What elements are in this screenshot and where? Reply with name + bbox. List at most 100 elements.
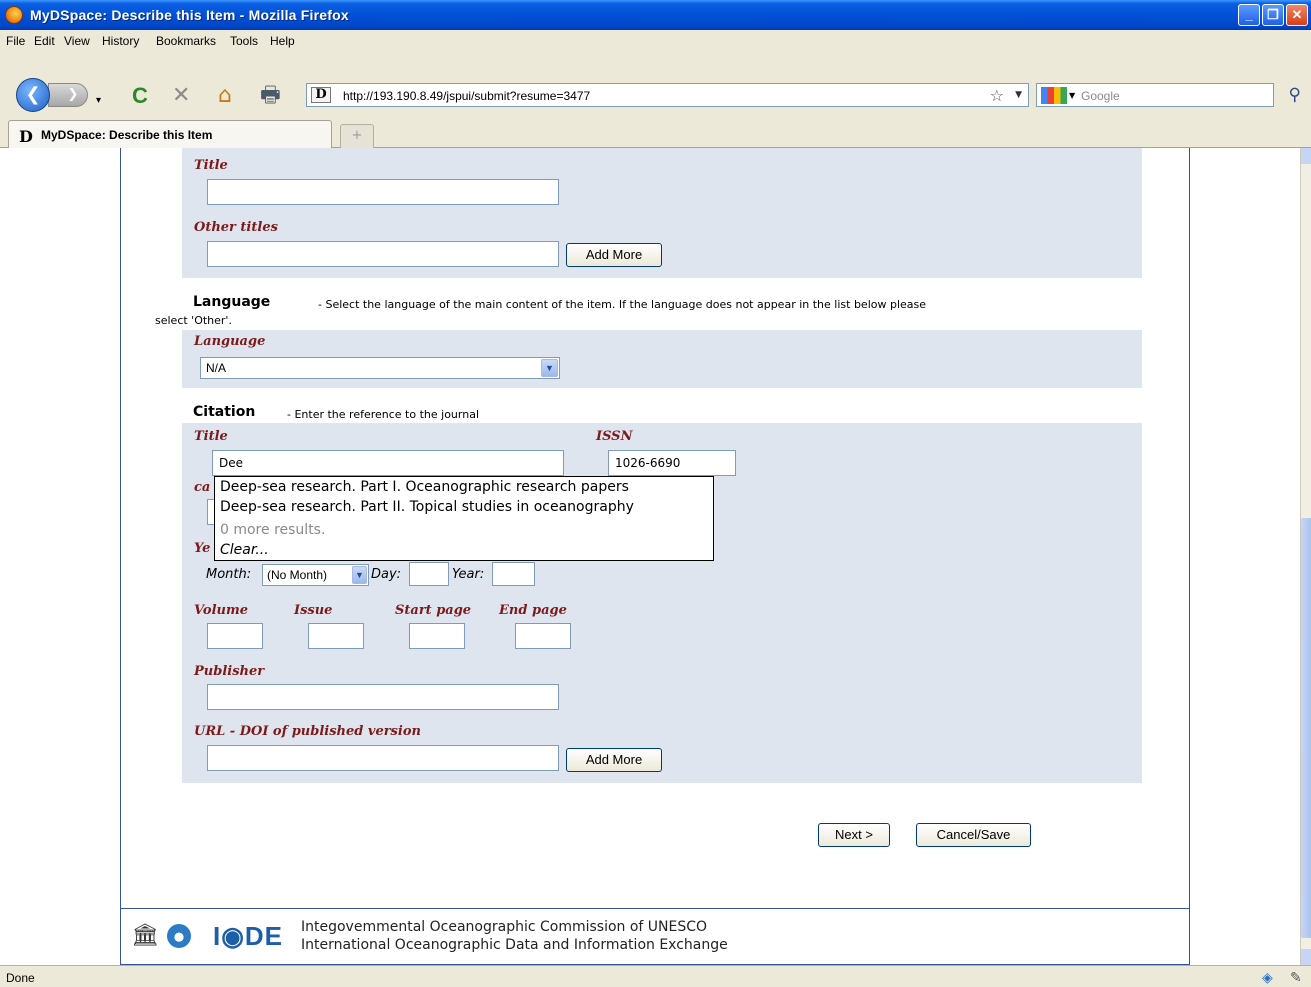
next-button[interactable]: Next > [818,823,890,847]
year-input[interactable] [492,562,535,586]
citation-description: - Enter the reference to the journal [287,408,480,421]
citation-heading: Citation [193,404,256,420]
year-label: Year: [452,567,485,582]
year-field-label: Ye [194,541,211,556]
addon-tool-icon[interactable]: ✎ [1290,969,1302,986]
day-label: Day: [371,567,402,582]
print-icon[interactable]: 🖶 [260,85,281,107]
google-engine-icon[interactable] [1041,87,1067,104]
menu-edit[interactable]: Edit [34,34,55,48]
issn-label: ISSN [596,429,633,444]
autocomplete-more-results: 0 more results. [220,522,326,538]
addon-eye-icon[interactable]: ◈ [1262,969,1273,986]
month-select[interactable]: (No Month) ▼ [262,564,369,586]
vertical-scrollbar[interactable] [1300,148,1311,965]
plus-icon: + [351,128,363,143]
autocomplete-clear[interactable]: Clear... [220,542,269,558]
end-page-input[interactable] [515,623,571,649]
ioc-logo-icon [167,924,191,948]
status-bar: Done ◈ ✎ [0,965,1311,987]
history-dropdown-icon[interactable]: ▾ [96,90,101,112]
scroll-thumb[interactable] [1301,518,1311,938]
forward-arrow-icon: ❯ [67,87,79,102]
new-tab-button[interactable]: + [340,124,374,148]
tab-favicon-icon: D [19,127,33,146]
menu-history[interactable]: History [102,34,139,48]
menu-help[interactable]: Help [270,34,295,48]
issn-input[interactable] [608,450,736,476]
scroll-down-button[interactable] [1301,949,1311,965]
url-bar[interactable]: D http://193.190.8.49/jspui/submit?resum… [306,83,1029,107]
footer-line-1: Integovemmental Oceanographic Commission… [301,919,708,935]
start-page-input[interactable] [409,623,465,649]
menu-bookmarks[interactable]: Bookmarks [156,34,216,48]
title-label: Title [194,158,228,173]
volume-label: Volume [194,603,248,618]
url-dropdown-icon[interactable]: ▼ [1015,90,1022,100]
home-icon[interactable]: ⌂ [218,85,232,107]
page-viewport: Title Other titles Add More Language - S… [0,148,1300,965]
forward-button[interactable]: ❯ [48,83,88,107]
back-arrow-icon: ❮ [25,84,41,105]
search-placeholder[interactable]: Google [1081,89,1120,103]
language-label: Language [194,334,266,349]
publisher-label: Publisher [194,664,265,679]
add-more-url-button[interactable]: Add More [566,748,662,772]
day-input[interactable] [409,562,449,586]
title-panel: Title Other titles Add More [182,148,1142,278]
language-description: - Select the language of the main conten… [318,298,927,311]
other-titles-input[interactable] [207,241,559,267]
engine-dropdown-icon[interactable]: ▼ [1069,91,1075,100]
tab-bar: D MyDSpace: Describe this Item + [0,116,1311,149]
page-footer: 🏛 I◉DE Integovemmental Oceanographic Com… [120,908,1190,965]
other-titles-label: Other titles [194,220,278,235]
add-more-other-titles-button[interactable]: Add More [566,243,662,267]
start-page-label: Start page [395,603,472,618]
menu-bar: File Edit View History Bookmarks Tools H… [0,30,1311,52]
status-text: Done [6,971,35,985]
url-text[interactable]: http://193.190.8.49/jspui/submit?resume=… [343,89,590,103]
cancel-save-button[interactable]: Cancel/Save [916,823,1031,847]
chevron-down-icon[interactable]: ▼ [352,566,367,584]
language-select[interactable]: N/A ▼ [200,357,560,379]
reload-icon[interactable]: C [132,85,148,107]
hidden-field-label: ca [194,480,211,495]
autocomplete-suggestion[interactable]: Deep-sea research. Part I. Oceanographic… [220,479,629,495]
navigation-toolbar: ❯ ❮ ▾ C ✕ ⌂ 🖶 D http://193.190.8.49/jspu… [0,52,1311,116]
search-bar[interactable]: ▼ Google ⚲ [1036,83,1301,107]
stop-icon[interactable]: ✕ [172,85,190,107]
tab-describe-item[interactable]: D MyDSpace: Describe this Item [8,120,332,149]
close-button[interactable]: ✕ [1286,4,1308,26]
url-doi-label: URL - DOI of published version [194,724,421,739]
menu-tools[interactable]: Tools [230,34,258,48]
citation-title-label: Title [194,429,228,444]
scroll-up-button[interactable] [1301,148,1311,164]
menu-view[interactable]: View [64,34,90,48]
end-page-label: End page [499,603,567,618]
chevron-down-icon[interactable]: ▼ [541,359,558,377]
maximize-button[interactable]: ❐ [1262,4,1284,26]
unesco-logo-icon: 🏛 [131,923,159,948]
tab-label: MyDSpace: Describe this Item [41,128,213,142]
volume-input[interactable] [207,623,263,649]
window-titlebar: MyDSpace: Describe this Item - Mozilla F… [0,0,1311,30]
minimize-button[interactable]: _ [1238,4,1260,26]
search-icon[interactable]: ⚲ [1289,85,1301,105]
language-description-cont: select 'Other'. [155,314,232,327]
site-favicon-icon: D [311,87,331,103]
citation-title-input[interactable] [212,450,564,476]
month-label: Month: [206,567,252,582]
bookmark-star-icon[interactable]: ☆ [990,86,1004,105]
language-heading: Language [193,294,271,310]
autocomplete-suggestion[interactable]: Deep-sea research. Part II. Topical stud… [220,499,634,515]
issue-input[interactable] [308,623,364,649]
url-doi-input[interactable] [207,745,559,771]
iode-logo: I◉DE [213,921,284,951]
publisher-input[interactable] [207,684,559,710]
footer-line-2: International Oceanographic Data and Inf… [301,937,728,953]
title-input[interactable] [207,179,559,205]
month-selected-value: (No Month) [267,568,328,582]
menu-file[interactable]: File [6,34,25,48]
issue-label: Issue [294,603,333,618]
back-button[interactable]: ❮ [16,78,50,112]
